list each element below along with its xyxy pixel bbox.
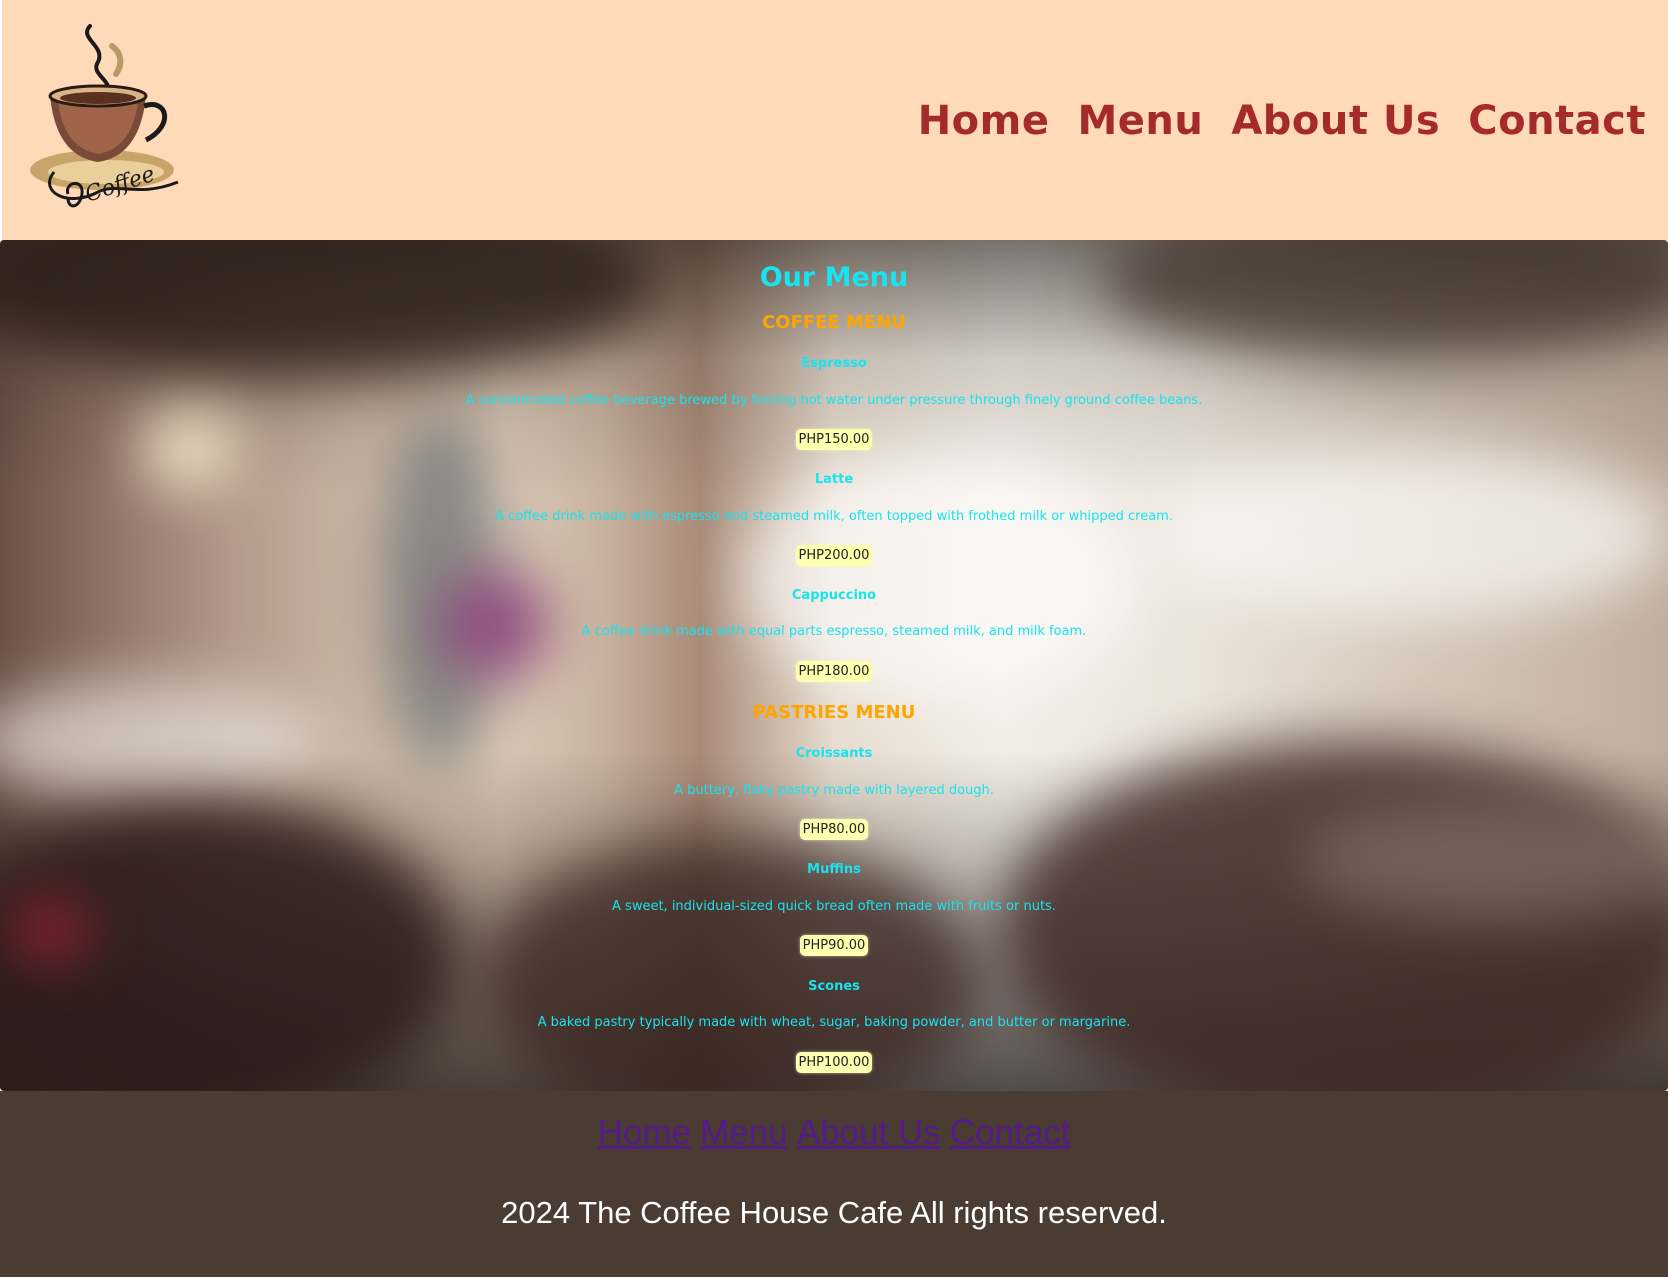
item-price-scones: PHP100.00 [795,1052,873,1073]
site-header: Coffee Home Menu About Us Contact [2,0,1668,240]
item-name-latte: Latte [814,472,854,487]
footer-contact-link[interactable]: Contact [950,1113,1071,1152]
item-name-scones: Scones [808,979,860,994]
nav-contact-link[interactable]: Contact [1468,98,1646,144]
item-desc-muffins: A sweet, individual-sized quick bread of… [612,899,1056,914]
item-desc-espresso: A concentrated coffee beverage brewed by… [465,393,1203,408]
footer-home-link[interactable]: Home [598,1113,691,1152]
item-name-croissants: Croissants [795,746,873,761]
item-price-croissants: PHP80.00 [799,819,869,840]
coffee-cup-logo[interactable]: Coffee [28,22,188,218]
pastries-menu-heading: PASTRIES MENU [752,702,916,723]
nav-menu-link[interactable]: Menu [1077,98,1203,144]
item-name-muffins: Muffins [807,862,861,877]
nav-home-link[interactable]: Home [918,98,1050,144]
item-price-espresso: PHP150.00 [795,429,873,450]
item-name-cappuccino: Cappuccino [791,588,877,603]
item-price-latte: PHP200.00 [795,545,873,566]
item-desc-cappuccino: A coffee drink made with equal parts esp… [581,624,1087,639]
site-footer: Home Menu About Us Contact 2024 The Coff… [0,1091,1668,1277]
item-desc-latte: A coffee drink made with espresso and st… [495,509,1173,524]
item-desc-scones: A baked pastry typically made with wheat… [537,1015,1131,1030]
menu-title: Our Menu [759,262,909,293]
item-name-espresso: Espresso [801,356,867,371]
main-nav: Home Menu About Us Contact [890,98,1646,144]
menu-section: Our Menu COFFEE MENU Espresso A concentr… [0,240,1668,1091]
footer-nav: Home Menu About Us Contact [0,1113,1668,1153]
copyright-text: 2024 The Coffee House Cafe All rights re… [501,1195,1167,1230]
footer-menu-link[interactable]: Menu [700,1113,788,1152]
item-price-cappuccino: PHP180.00 [795,661,873,682]
nav-about-link[interactable]: About Us [1231,98,1440,144]
item-desc-croissants: A buttery, flaky pastry made with layere… [674,783,994,798]
page: Coffee Home Menu About Us Contact Our Me… [0,0,1668,1279]
coffee-menu-heading: COFFEE MENU [762,312,906,333]
footer-about-link[interactable]: About Us [797,1113,941,1152]
item-price-muffins: PHP90.00 [799,935,869,956]
